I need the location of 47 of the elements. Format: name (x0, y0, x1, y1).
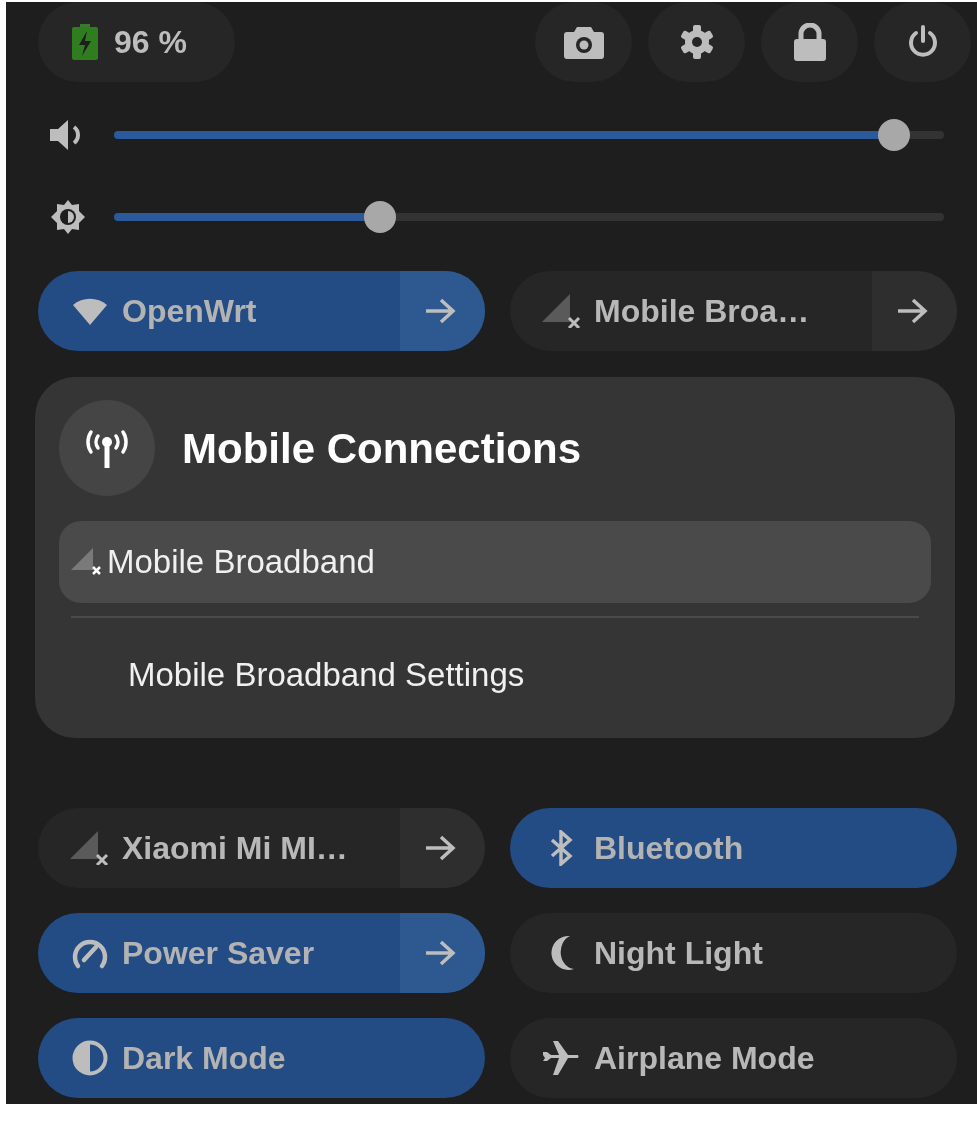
power-icon (906, 25, 939, 59)
toggle-label: Bluetooth (594, 829, 744, 868)
menu-arrow-button[interactable] (400, 271, 485, 351)
slider-thumb[interactable] (363, 201, 396, 233)
camera-icon (563, 25, 604, 59)
arrow-icon (423, 940, 456, 966)
menu-title: Mobile Connections (182, 423, 581, 474)
no-signal-icon (542, 294, 582, 328)
toggle-label: OpenWrt (122, 292, 257, 331)
brightness-icon (51, 200, 85, 234)
menu-item-label: Mobile Broadband (107, 542, 375, 583)
quick-toggle[interactable]: Power Saver (38, 913, 485, 993)
contrast-icon (72, 1040, 108, 1076)
battery-icon (72, 24, 98, 60)
brightness-slider[interactable] (114, 201, 944, 233)
settings-icon (678, 24, 715, 60)
quick-toggle[interactable]: Xiaomi Mi MI… (38, 808, 485, 888)
battery-indicator[interactable]: 96 % (38, 2, 235, 82)
arrow-icon (423, 298, 456, 324)
bluetooth-icon (549, 830, 575, 866)
quick-toggle[interactable]: Night Light (510, 913, 957, 993)
toggle-label: Mobile Broa… (594, 292, 810, 331)
toggle-label: Dark Mode (122, 1039, 286, 1078)
quick-toggle[interactable]: Dark Mode (38, 1018, 485, 1098)
volume-slider[interactable] (114, 119, 944, 151)
lock-icon (793, 23, 826, 61)
menu-arrow-button[interactable] (872, 271, 957, 351)
quick-toggle[interactable]: Bluetooth (510, 808, 957, 888)
toggle-label: Xiaomi Mi MI… (122, 829, 348, 868)
menu-arrow-button[interactable] (400, 913, 485, 993)
no-signal-icon (71, 548, 103, 576)
mobile-broadband-settings-link[interactable]: Mobile Broadband Settings (128, 650, 525, 700)
toggle-label: Airplane Mode (594, 1039, 815, 1078)
menu-arrow-button[interactable] (400, 808, 485, 888)
battery-percentage: 96 % (114, 23, 187, 62)
wifi-icon (73, 297, 107, 325)
toggle-label: Power Saver (122, 934, 315, 973)
arrow-icon (895, 298, 928, 324)
airplane-icon (543, 1041, 581, 1075)
quick-toggle[interactable]: Airplane Mode (510, 1018, 957, 1098)
arrow-icon (423, 835, 456, 861)
toggle-label: Night Light (594, 934, 763, 973)
quick-toggle[interactable]: OpenWrt (38, 271, 485, 351)
no-signal-icon (70, 831, 110, 865)
quick-toggle[interactable]: Mobile Broa… (510, 271, 957, 351)
menu-item[interactable]: Mobile Broadband (59, 521, 931, 603)
slider-thumb[interactable] (878, 119, 911, 151)
